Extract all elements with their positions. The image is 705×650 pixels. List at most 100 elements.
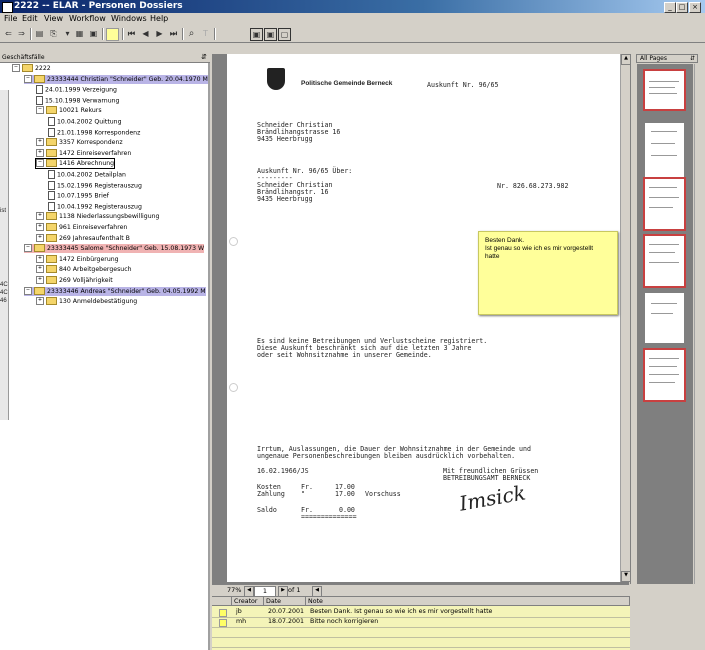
sticky-note-icon[interactable] [106,28,119,41]
tree-item-document[interactable]: 15.10.1998 Verwarnung [36,95,119,105]
tree-item-folder[interactable]: − 23333445 Salome "Schneider" Geb. 15.08.… [24,244,205,254]
collapse-icon[interactable]: − [24,286,32,295]
expand-icon[interactable]: + [36,297,44,306]
page-thumbnail[interactable] [645,123,684,178]
tree-item-document[interactable]: 24.01.1999 Verzeigung [36,85,117,95]
strip-label: 46 [0,298,7,304]
single-page-icon[interactable]: ▣ [250,28,263,41]
collapse-icon[interactable]: − [36,106,44,115]
tree-item-folder[interactable]: +1472 Einreiseverfahren [36,148,131,158]
tree-item-document[interactable]: 10.04.2002 Quittung [48,117,122,126]
tree-item-label: 269 Volljährigkeit [59,277,113,284]
expand-icon[interactable]: + [36,254,44,263]
notes-header-icon [212,597,232,606]
tree-item-folder[interactable]: − 23333444 Christian "Schneider" Geb. 20.… [24,74,208,84]
tree-item-folder[interactable]: +1472 Einbürgerung [36,254,119,264]
column-header-creator[interactable]: Creator [232,597,264,606]
tree-item-document[interactable]: 10.07.1995 Brief [48,191,109,201]
column-header-note[interactable]: Note [306,597,630,606]
thumbnail-header[interactable]: All Pages ⇵ [636,54,698,63]
tree-item-document[interactable]: 15.02.1996 Registerauszug [48,180,142,190]
properties-icon[interactable]: ▣ [88,28,99,39]
collapse-icon[interactable]: − [12,64,20,72]
sticky-note[interactable]: Besten Dank. Ist genau so wie ich es mir… [478,231,618,315]
cost-label: Zahlung [257,490,285,498]
tree-item-label: 10.04.2002 Detailplan [57,171,126,179]
tree-item-document[interactable]: 21.01.1998 Korrespondenz [48,127,140,137]
tree-item-folder[interactable]: − 23333446 Andreas "Schneider" Geb. 04.05… [24,286,206,296]
tree-item-folder[interactable]: +3357 Korrespondenz [36,138,123,147]
page-thumbnail[interactable] [643,69,686,111]
collapse-icon[interactable]: − [24,244,32,253]
grid-icon[interactable]: ▦ [74,28,85,39]
tree-item-folder[interactable]: − 10021 Rekurs [36,106,102,115]
note-text: Besten Dank. Ist genau so wie ich es mir… [310,608,493,615]
expand-icon[interactable]: + [36,138,44,147]
column-header-date[interactable]: Date [264,597,306,606]
collapse-icon[interactable]: − [24,74,32,83]
page-thumbnail[interactable] [643,177,686,231]
tree-item-document[interactable]: 10.04.1992 Registerauszug [48,201,142,211]
text-tool-icon[interactable]: T [200,28,211,39]
menu-file[interactable]: File [4,14,17,23]
expand-icon[interactable]: + [36,223,44,231]
menu-edit[interactable]: Edit [22,14,38,23]
next-page-icon[interactable]: ▶ [154,28,165,39]
dropdown-icon[interactable]: ▾ [62,28,73,39]
two-page-icon[interactable]: ▣ [264,28,277,41]
app-icon [2,2,13,13]
tree-item-folder[interactable]: +961 Einreiseverfahren [36,223,127,232]
collapse-icon[interactable]: − [36,159,44,168]
toolbar-separator [214,28,216,40]
expand-icon[interactable]: + [36,265,44,274]
pin-icon[interactable]: ⇵ [690,55,695,62]
note-text: Bitte noch korrigieren [310,618,379,625]
tree-item-folder[interactable]: − 1416 Abrechnung [34,158,116,170]
tree-item-folder[interactable]: − 2222 [12,64,51,73]
scan-icon[interactable]: ⎘ [48,28,59,39]
note-creator: jb [236,608,242,615]
pin-icon[interactable]: ⇵ [201,53,207,61]
tree-item-folder[interactable]: +269 Volljährigkeit [36,276,113,285]
page-thumbnail[interactable] [645,293,684,343]
menu-workflow[interactable]: Workflow [69,14,106,23]
tree-item-folder[interactable]: +840 Arbeitgebergesuch [36,265,132,274]
document-scrollbar[interactable]: ▲ ▼ [620,54,631,582]
folder-icon [46,223,57,231]
document-page: Politische Gemeinde Berneck Auskunft Nr.… [227,54,620,582]
thumbnail-scrollbar[interactable] [694,64,702,584]
tree-item-document[interactable]: 10.04.2002 Detailplan [48,170,126,179]
maximize-button[interactable]: □ [676,2,688,13]
previous-page-icon[interactable]: ◀ [140,28,151,39]
page-thumbnail[interactable] [643,348,686,402]
zoom-icon[interactable]: ⌕ [186,28,197,39]
expand-icon[interactable]: + [36,212,44,221]
page-thumbnail[interactable] [643,234,686,288]
window-title: 2222 -- ELAR - Personen Dossiers [14,1,183,11]
menu-windows[interactable]: Windows [111,14,147,23]
expand-icon[interactable]: + [36,233,44,242]
forward-icon[interactable]: ⇒ [16,28,27,39]
close-button[interactable]: × [689,2,701,13]
tree-item-label: 10.07.1995 Brief [57,192,109,200]
first-page-icon[interactable]: ⏮ [126,28,137,39]
saldo-rule: ============== [301,513,357,521]
tree-item-folder[interactable]: +130 Anmeldebestätigung [36,297,137,306]
punch-hole [229,237,238,246]
background-window-strip: ist 4C 4C 46 [0,90,9,420]
fit-page-icon[interactable]: ▢ [278,28,291,41]
print-icon[interactable]: ▤ [34,28,45,39]
expand-icon[interactable]: + [36,148,44,157]
toolbar-separator [122,28,124,40]
menu-help[interactable]: Help [150,14,168,23]
sticky-note-line: Ist genau so wie ich es mir vorgestellt [485,245,594,252]
toolbar-separator [30,28,32,40]
minimize-button[interactable]: _ [664,2,676,13]
expand-icon[interactable]: + [36,276,44,284]
tree-item-folder[interactable]: +1138 Niederlassungsbewilligung [36,212,159,221]
back-icon[interactable]: ⇐ [3,28,14,39]
last-page-icon[interactable]: ⏭ [168,28,179,39]
menu-view[interactable]: View [44,14,63,23]
tree-item-folder[interactable]: +269 Jahresaufenthalt B [36,233,130,243]
zoom-level[interactable]: 77% [227,586,241,594]
